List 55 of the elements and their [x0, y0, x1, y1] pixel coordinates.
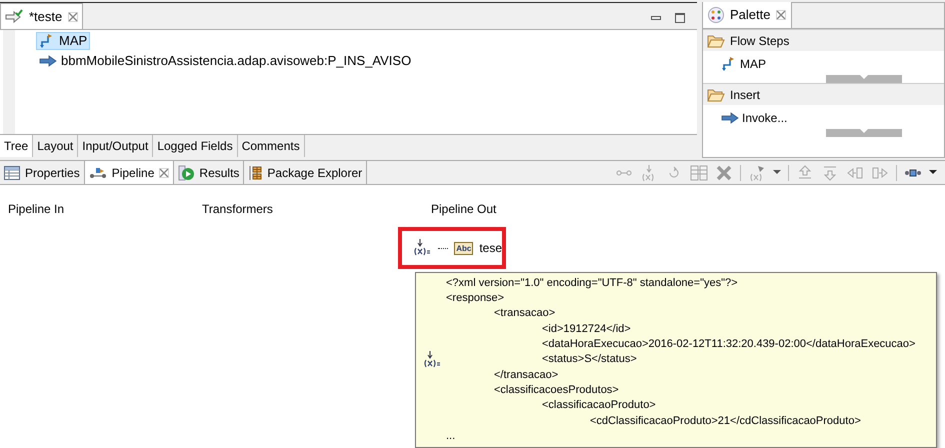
scroll-down-button[interactable] — [826, 75, 902, 83]
caret-icon — [860, 75, 868, 80]
folder-icon — [707, 34, 725, 48]
column-header: Pipeline In — [8, 202, 64, 216]
palette-drawer-header[interactable]: Flow Steps — [703, 29, 944, 51]
variable-icon — [424, 351, 442, 369]
table-icon — [4, 166, 20, 180]
xml-line: <status>S</status> — [542, 353, 637, 366]
xml-line: <transacao> — [494, 307, 556, 320]
column-header: Transformers — [202, 202, 273, 216]
scroll-down-button[interactable] — [826, 129, 902, 137]
delete-icon[interactable] — [715, 164, 733, 182]
palette-icon — [708, 7, 724, 23]
xml-line: <id>1912724</id> — [542, 322, 631, 335]
tree-item[interactable]: MAP — [36, 32, 90, 50]
connector-icon — [88, 166, 107, 180]
editor-tab[interactable]: *teste — [0, 3, 84, 29]
close-icon[interactable] — [776, 10, 786, 20]
variable-icon — [414, 239, 432, 257]
xml-line: ... — [446, 430, 456, 442]
tree-item[interactable]: bbmMobileSinistroAssistencia.adap.avisoweb:P_INS_AVISO — [36, 52, 414, 70]
string-type-icon: Abc — [454, 242, 474, 254]
xml-line: <classificacaoProduto> — [542, 399, 656, 412]
variable-name[interactable]: tese — [479, 239, 502, 257]
caret-icon[interactable] — [773, 170, 781, 175]
xml-line: <classificacoesProdutos> — [494, 384, 619, 396]
palette-item[interactable]: MAP — [721, 55, 766, 73]
xml-line: <response> — [446, 292, 504, 304]
close-icon[interactable] — [159, 168, 170, 178]
palette-item[interactable]: Invoke... — [721, 109, 788, 127]
caret-icon[interactable] — [929, 170, 937, 175]
close-icon[interactable] — [68, 12, 78, 22]
view-tab[interactable]: Pipeline — [84, 161, 174, 184]
service-icon — [5, 8, 23, 24]
right-arrow-icon — [39, 55, 57, 67]
xml-line: <dataHoraExecucao>2016-02-12T11:32:20.439-02:00</dataHoraExecucao> — [542, 338, 916, 350]
editor-view-tab[interactable]: Tree — [0, 135, 34, 157]
minimize-icon[interactable] — [651, 16, 661, 20]
up-icon[interactable] — [796, 164, 814, 182]
palette-drawer-header[interactable]: Insert — [703, 83, 944, 105]
play-icon — [178, 164, 194, 180]
right-arrow-icon — [721, 112, 739, 124]
palette-tab[interactable]: Palette — [703, 2, 792, 28]
package-tree-icon — [248, 164, 262, 180]
folder-icon — [707, 88, 725, 102]
xml-line: </transacao> — [494, 368, 558, 381]
down-icon[interactable] — [821, 164, 839, 182]
xml-line: <?xml version="1.0" encoding="UTF-8" standalone="yes"?> — [446, 276, 738, 289]
maximize-icon[interactable] — [675, 13, 685, 23]
caret-icon — [860, 129, 868, 134]
variable-icon[interactable] — [748, 164, 766, 182]
xml-line: <cdClassificacaoProduto>21</cdClassificacaoProduto> — [590, 414, 861, 427]
grid-icon[interactable] — [690, 164, 708, 182]
column-header: Pipeline Out — [431, 202, 496, 216]
editor-view-tab[interactable]: Comments — [238, 135, 305, 157]
